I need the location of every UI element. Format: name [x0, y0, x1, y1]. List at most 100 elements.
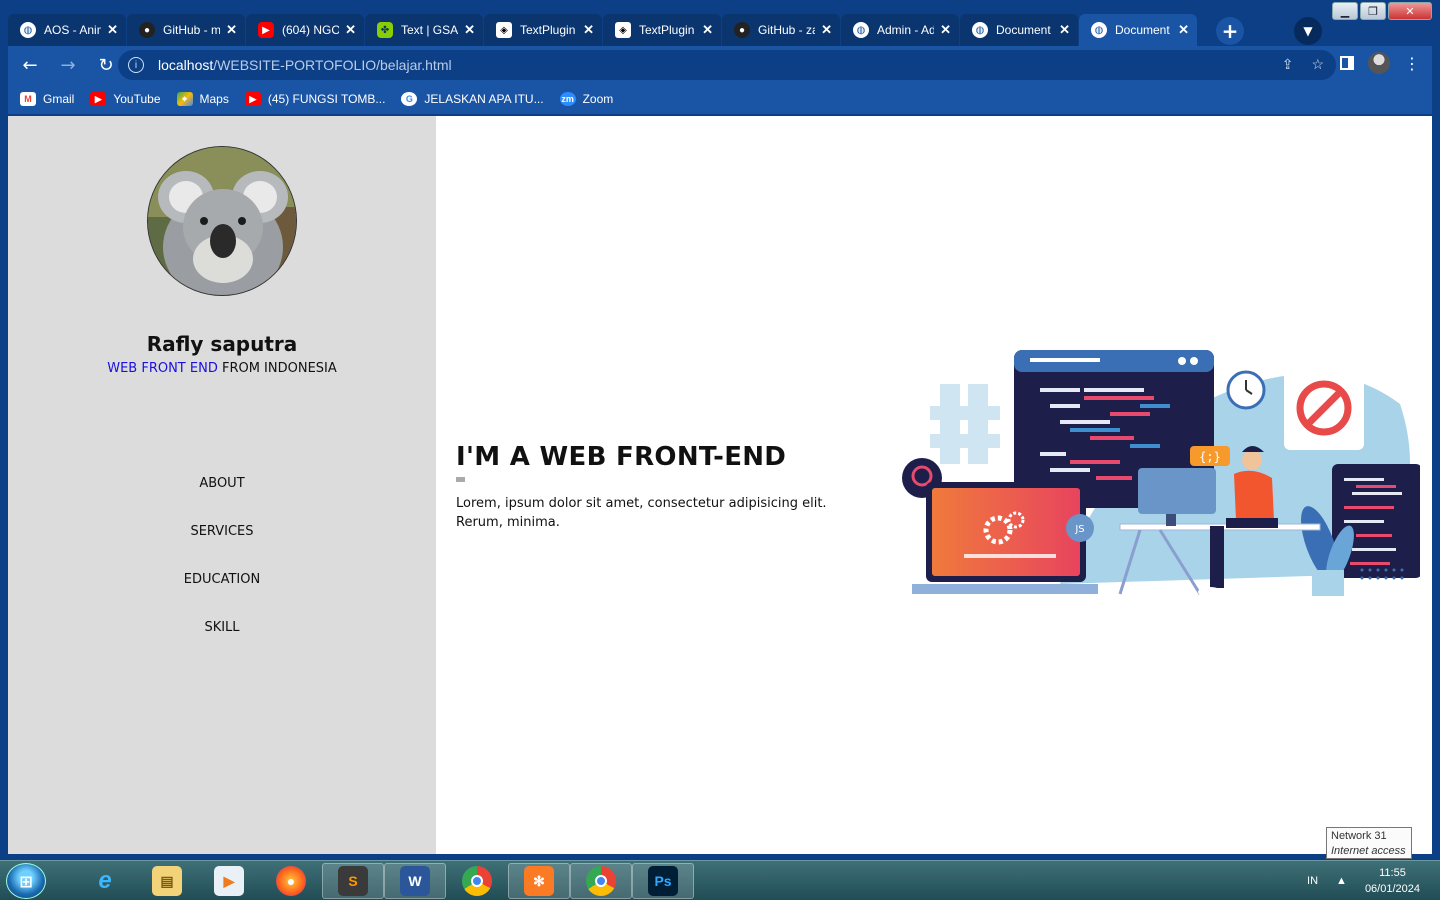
taskbar-apps: e ▤ ▶ ● S W ✻ Ps	[74, 863, 694, 899]
close-tab-icon[interactable]: ✕	[464, 22, 475, 38]
bookmark-google[interactable]: G JELASKAN APA ITU...	[401, 92, 544, 106]
window-controls: ▁ ❐ ✕	[1332, 2, 1432, 20]
bookmark-youtube-video[interactable]: ▶ (45) FUNGSI TOMB...	[244, 92, 386, 106]
taskbar-word[interactable]: W	[384, 863, 446, 899]
tab-title: (604) NGOBRAS	[282, 23, 340, 37]
new-tab-button[interactable]: +	[1216, 17, 1244, 45]
photoshop-icon: Ps	[648, 866, 678, 896]
bookmark-star-icon[interactable]: ☆	[1311, 56, 1324, 73]
zoom-icon: zm	[559, 92, 576, 106]
github-icon: ●	[139, 22, 155, 38]
word-icon: W	[400, 866, 430, 896]
taskbar-xampp[interactable]: ✻	[508, 863, 570, 899]
nav-skill[interactable]: SKILL	[8, 620, 436, 668]
close-tab-icon[interactable]: ✕	[107, 22, 118, 38]
tab-title: GitHub - zalog	[758, 23, 815, 37]
side-panel-icon[interactable]	[1340, 56, 1354, 70]
taskbar-media-player[interactable]: ▶	[198, 863, 260, 899]
globe-icon: ◍	[1091, 22, 1107, 38]
tab-gsap[interactable]: ✤ Text | GSAP ✕	[365, 14, 483, 46]
site-info-icon[interactable]: i	[128, 57, 144, 73]
chrome-icon	[586, 866, 616, 896]
close-tab-icon[interactable]: ✕	[702, 22, 713, 38]
bookmark-label: Gmail	[43, 92, 75, 106]
close-tab-icon[interactable]: ✕	[583, 22, 594, 38]
minimize-button[interactable]: ▁	[1332, 2, 1358, 20]
taskbar-sublime-text[interactable]: S	[322, 863, 384, 899]
tab-document-1[interactable]: ◍ Document ✕	[960, 14, 1078, 46]
tab-textplugin-2[interactable]: ◈ TextPlugin ✕	[603, 14, 721, 46]
taskbar-file-explorer[interactable]: ▤	[136, 863, 198, 899]
xampp-icon: ✻	[524, 866, 554, 896]
bookmark-youtube[interactable]: ▶ YouTube	[90, 92, 161, 106]
hero-title: I'M A WEB FRONT-END	[456, 442, 787, 472]
close-tab-icon[interactable]: ✕	[821, 22, 832, 38]
tab-github-2[interactable]: ● GitHub - zalog ✕	[722, 14, 840, 46]
back-button[interactable]: ←	[14, 49, 46, 81]
clock-time: 11:55	[1379, 867, 1406, 879]
gsap-icon: ✤	[377, 22, 393, 38]
tagline-rest: FROM INDONESIA	[221, 361, 337, 376]
menu-kebab-icon[interactable]: ⋮	[1404, 54, 1420, 73]
hero-description: Lorem, ipsum dolor sit amet, consectetur…	[456, 496, 827, 530]
internet-explorer-icon: e	[98, 867, 112, 894]
close-tab-icon[interactable]: ✕	[1178, 22, 1189, 38]
tab-github-1[interactable]: ● GitHub - michalsnik ✕	[127, 14, 245, 46]
taskbar-photoshop[interactable]: Ps	[632, 863, 694, 899]
bookmark-label: (45) FUNGSI TOMB...	[267, 92, 386, 106]
system-tray: IN ▲ 11:55 06/01/2024	[1307, 865, 1420, 897]
start-button[interactable]: ⊞	[6, 863, 46, 899]
tray-expand-icon[interactable]: ▲	[1336, 875, 1347, 887]
developer-illustration: {;} JS	[902, 350, 1420, 597]
profile-photo	[147, 146, 297, 296]
globe-icon: ◍	[853, 22, 869, 38]
forward-button[interactable]: →	[52, 49, 84, 81]
address-bar[interactable]: i localhost/WEBSITE-PORTOFOLIO/belajar.h…	[118, 50, 1336, 80]
tab-title: Document	[1115, 23, 1170, 37]
tab-document-active[interactable]: ◍ Document ✕	[1079, 14, 1197, 46]
bookmark-zoom[interactable]: zm Zoom	[559, 92, 613, 106]
globe-icon: ◍	[20, 22, 36, 38]
clock[interactable]: 11:55 06/01/2024	[1365, 865, 1420, 897]
media-player-icon: ▶	[214, 866, 244, 896]
share-icon[interactable]: ⇪	[1282, 56, 1294, 73]
url-path: /WEBSITE-PORTOFOLIO/belajar.html	[213, 57, 452, 73]
language-indicator[interactable]: IN	[1307, 875, 1318, 887]
tab-search-button[interactable]: ▼	[1294, 17, 1322, 45]
tab-textplugin-1[interactable]: ◈ TextPlugin ✕	[484, 14, 602, 46]
nav-education[interactable]: EDUCATION	[8, 572, 436, 620]
nav-services[interactable]: SERVICES	[8, 524, 436, 572]
taskbar-firefox[interactable]: ●	[260, 863, 322, 899]
tagline-highlight: WEB FRONT END	[107, 361, 218, 376]
bookmark-gmail[interactable]: M Gmail	[20, 92, 74, 106]
koala-image	[148, 147, 296, 295]
codepen-icon: ◈	[615, 22, 631, 38]
url-host: localhost	[158, 57, 214, 73]
tab-admin[interactable]: ◍ Admin - AdminLTE ✕	[841, 14, 959, 46]
tab-title: Admin - AdminLTE	[877, 23, 935, 37]
codepen-icon: ◈	[496, 22, 512, 38]
taskbar-chrome[interactable]	[446, 863, 508, 899]
close-tab-icon[interactable]: ✕	[345, 22, 356, 38]
close-tab-icon[interactable]: ✕	[226, 22, 237, 38]
bookmarks-bar: M Gmail ▶ YouTube ⌖ Maps ▶ (45) FUNGSI T…	[8, 84, 1432, 114]
youtube-icon: ▶	[90, 92, 107, 106]
tab-title: TextPlugin	[639, 23, 695, 37]
close-tab-icon[interactable]: ✕	[1059, 22, 1070, 38]
youtube-icon: ▶	[244, 92, 261, 106]
taskbar-chrome-active[interactable]	[570, 863, 632, 899]
svg-text:JS: JS	[1074, 524, 1084, 535]
browser-toolbar: ← → ↻ i localhost/WEBSITE-PORTOFOLIO/bel…	[8, 46, 1432, 84]
browser-window: ▁ ❐ ✕ ◍ AOS - Animate ✕ ● GitHub - micha…	[0, 0, 1440, 860]
close-window-button[interactable]: ✕	[1388, 2, 1432, 20]
tab-youtube[interactable]: ▶ (604) NGOBRAS ✕	[246, 14, 364, 46]
nav-about[interactable]: ABOUT	[8, 476, 436, 524]
taskbar-internet-explorer[interactable]: e	[74, 863, 136, 899]
omnibox-actions: ⇪ ☆	[1282, 56, 1324, 73]
close-tab-icon[interactable]: ✕	[940, 22, 951, 38]
tab-aos[interactable]: ◍ AOS - Animate ✕	[8, 14, 126, 46]
bookmark-maps[interactable]: ⌖ Maps	[176, 92, 229, 106]
sidebar-nav: ABOUT SERVICES EDUCATION SKILL	[8, 476, 436, 668]
profile-avatar-icon[interactable]	[1368, 52, 1390, 74]
maximize-button[interactable]: ❐	[1360, 2, 1386, 20]
